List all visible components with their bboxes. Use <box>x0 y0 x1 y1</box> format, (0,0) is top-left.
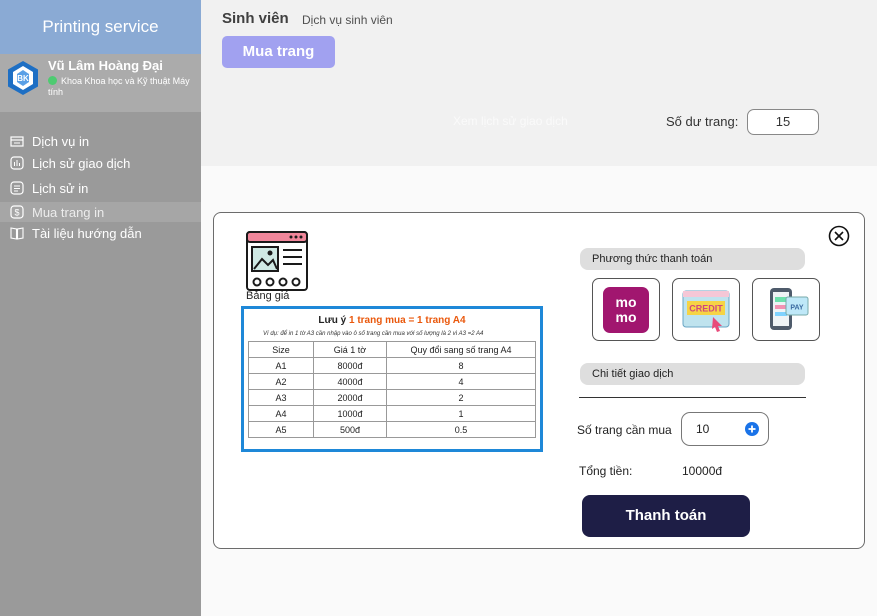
table-cell: 1 <box>386 405 536 422</box>
price-note: Lưu ý 1 trang mua = 1 trang A4 <box>244 315 540 326</box>
balance-value: 15 <box>747 109 819 135</box>
sidebar-item-label: Mua trang in <box>32 204 105 220</box>
payment-method-header: Phương thức thanh toán <box>580 248 805 270</box>
printer-icon <box>10 136 24 147</box>
close-icon[interactable] <box>828 225 850 247</box>
column-header: Quy đổi sang số trang A4 <box>386 341 536 358</box>
svg-text:$: $ <box>14 208 19 218</box>
note-prefix: Lưu ý <box>318 315 347 326</box>
sidebar-item-transaction-history[interactable]: Lịch sử giao dịch <box>0 153 201 173</box>
note-highlight: 1 trang mua = 1 trang A4 <box>348 315 466 326</box>
book-icon <box>10 227 24 240</box>
transaction-details-header: Chi tiết giao dịch <box>580 363 805 385</box>
total-label: Tổng tiền: <box>579 464 633 478</box>
table-cell: A1 <box>248 357 314 374</box>
balance-label: Số dư trang: <box>666 114 739 129</box>
table-cell: A2 <box>248 373 314 390</box>
sidebar-item-buy-pages[interactable]: $ Mua trang in <box>0 202 201 222</box>
table-cell: 0.5 <box>386 421 536 438</box>
buy-pages-button[interactable]: Mua trang <box>222 36 335 68</box>
mobile-pay-icon: PAY <box>770 288 809 330</box>
university-logo-icon: BK <box>8 61 38 95</box>
sidebar-item-print-history[interactable]: Lịch sử in <box>0 178 201 198</box>
quantity-label: Số trang cần mua <box>577 423 672 437</box>
dollar-icon: $ <box>10 205 24 219</box>
note-example: Ví dụ: để in 1 tờ A3 cần nhập vào ô số t… <box>263 331 484 337</box>
sidebar-item-label: Dịch vụ in <box>32 133 90 149</box>
plus-icon[interactable] <box>745 422 759 436</box>
table-cell: A3 <box>248 389 314 406</box>
payment-credit-button[interactable]: CREDIT <box>672 278 740 341</box>
payment-pay-button[interactable]: PAY <box>752 278 820 341</box>
table-cell: 4 <box>386 373 536 390</box>
table-header-row: Size Giá 1 tờ Quy đổi sang số trang A4 <box>248 341 536 358</box>
total-value: 10000đ <box>682 464 723 478</box>
table-row: A1 8000đ 8 <box>248 357 536 374</box>
sidebar-item-label: Lịch sử giao dịch <box>32 155 131 171</box>
table-cell: 8 <box>386 357 536 374</box>
table-cell: 500đ <box>313 421 387 438</box>
payment-momo-button[interactable]: mo mo <box>592 278 660 341</box>
price-list-label: Bảng giá <box>246 290 290 302</box>
page-title: Sinh viên <box>222 10 289 27</box>
table-cell: 4000đ <box>313 373 387 390</box>
price-table: Size Giá 1 tờ Quy đổi sang số trang A4 A… <box>248 341 536 438</box>
price-list-icon <box>246 231 308 291</box>
table-cell: A4 <box>248 405 314 422</box>
transaction-history-link[interactable]: Xem lịch sử giao dịch <box>453 114 568 128</box>
sidebar-item-label: Tài liệu hướng dẫn <box>32 225 142 241</box>
logo-text: BK <box>17 74 29 83</box>
sidebar-item-guide[interactable]: Tài liệu hướng dẫn <box>0 223 201 243</box>
table-cell: 2 <box>386 389 536 406</box>
quantity-stepper[interactable]: 10 <box>681 412 769 446</box>
credit-card-icon: CREDIT <box>682 290 730 332</box>
table-cell: 2000đ <box>313 389 387 406</box>
table-cell: A5 <box>248 421 314 438</box>
column-header: Giá 1 tờ <box>313 341 387 358</box>
table-row: A4 1000đ 1 <box>248 405 536 422</box>
sidebar-item-label: Lịch sử in <box>32 180 89 196</box>
user-name: Vũ Lâm Hoàng Đại <box>48 58 163 73</box>
brand-title: Printing service <box>0 0 201 54</box>
quantity-value[interactable]: 10 <box>696 422 709 436</box>
pay-button[interactable]: Thanh toán <box>582 495 750 537</box>
table-cell: 1000đ <box>313 405 387 422</box>
table-cell: 8000đ <box>313 357 387 374</box>
sidebar: Printing service BK Vũ Lâm Hoàng Đại Kho… <box>0 0 201 616</box>
user-card[interactable]: BK Vũ Lâm Hoàng Đại Khoa Khoa học và Kỹ … <box>0 54 201 112</box>
divider <box>579 397 806 398</box>
column-header: Size <box>248 341 314 358</box>
momo-text-top: mo <box>616 294 637 310</box>
sidebar-item-print-service[interactable]: Dịch vụ in <box>0 131 201 151</box>
chart-icon <box>10 156 24 170</box>
online-status-icon <box>48 76 57 85</box>
table-row: A5 500đ 0.5 <box>248 421 536 438</box>
price-table-panel: Lưu ý 1 trang mua = 1 trang A4 Ví dụ: để… <box>241 306 543 452</box>
page-subtitle: Dịch vụ sinh viên <box>302 13 393 27</box>
momo-icon: mo mo <box>603 287 649 333</box>
credit-text: CREDIT <box>689 304 723 314</box>
pay-text: PAY <box>790 305 804 312</box>
user-faculty: Khoa Khoa học và Kỹ thuật Máy tính <box>48 76 200 98</box>
document-icon <box>10 181 24 195</box>
faculty-text: Khoa Khoa học và Kỹ thuật Máy tính <box>48 76 190 97</box>
table-row: A3 2000đ 2 <box>248 389 536 406</box>
momo-text-bottom: mo <box>616 309 637 325</box>
table-row: A2 4000đ 4 <box>248 373 536 390</box>
